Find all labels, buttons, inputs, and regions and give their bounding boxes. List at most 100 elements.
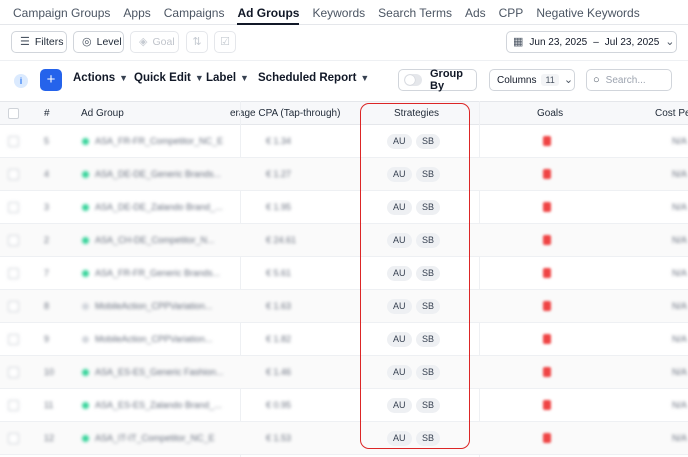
goal-button[interactable]: ◈ Goal	[130, 31, 179, 53]
header-number: #	[44, 108, 50, 119]
target-icon: ◎	[82, 35, 92, 48]
ad-group-cell[interactable]: ASA_ES-ES_Zalando Brand_...	[82, 400, 222, 410]
header-goals[interactable]: Goals	[537, 108, 563, 119]
table-row[interactable]: 12 ASA_IT-IT_Competitor_NC_E € 1.53 AU SB N/A	[0, 422, 688, 455]
cost-per-value: N/A	[672, 268, 688, 278]
tab-cpp[interactable]: CPP	[499, 0, 524, 25]
ad-group-name: ASA_CH-DE_Competitor_N...	[95, 235, 215, 245]
header-strategies[interactable]: Strategies	[394, 108, 439, 119]
tab-ad-groups[interactable]: Ad Groups	[237, 0, 300, 25]
row-checkbox[interactable]	[8, 367, 19, 378]
date-range-picker[interactable]: ▦ Jun 23, 2025 – Jul 23, 2025 ⌄	[506, 31, 677, 53]
actions-dropdown[interactable]: Actions ▼	[73, 72, 128, 84]
actions-label: Actions	[73, 72, 116, 84]
search-input[interactable]: ○ Search...	[586, 69, 672, 91]
chevron-down-icon: ▼	[194, 73, 204, 83]
tab-apps[interactable]: Apps	[123, 0, 150, 25]
filters-button[interactable]: ☰ Filters	[11, 31, 67, 53]
label-dropdown[interactable]: Label ▼	[206, 72, 249, 84]
info-icon[interactable]: i	[14, 74, 28, 88]
row-checkbox[interactable]	[8, 268, 19, 279]
toggle-switch[interactable]	[404, 74, 422, 86]
row-checkbox[interactable]	[8, 235, 19, 246]
apply-button[interactable]: ☑	[214, 31, 236, 53]
strategy-badge-au: AU	[387, 332, 412, 347]
table-row[interactable]: 3 ASA_DE-DE_Zalando Brand_... € 1.95 AU SB N/…	[0, 191, 688, 224]
row-checkbox[interactable]	[8, 136, 19, 147]
status-dot-icon	[82, 303, 89, 311]
table-row[interactable]: 4 ASA_DE-DE_Generic Brands... € 1.27 AU SB N/…	[0, 158, 688, 191]
table-row[interactable]: 10 ASA_ES-ES_Generic Fashion... € 1.46 AU SB…	[0, 356, 688, 389]
date-separator: –	[593, 36, 599, 48]
ad-group-cell[interactable]: ASA_CH-DE_Competitor_N...	[82, 235, 215, 245]
quick-edit-dropdown[interactable]: Quick Edit ▼	[134, 72, 204, 84]
cost-per-value: N/A	[672, 301, 688, 311]
row-checkbox[interactable]	[8, 169, 19, 180]
ad-group-name: ASA_IT-IT_Competitor_NC_E	[95, 433, 215, 443]
row-checkbox[interactable]	[8, 334, 19, 345]
header-avg-cpa[interactable]: erage CPA (Tap-through)	[230, 108, 340, 119]
tab-search-terms[interactable]: Search Terms	[378, 0, 452, 25]
strategy-badge-sb: SB	[416, 167, 441, 182]
goal-flag-icon	[543, 202, 551, 212]
goal-flag-icon	[543, 400, 551, 410]
avg-cpa-value: € 1.34	[266, 136, 292, 146]
tab-campaigns[interactable]: Campaigns	[164, 0, 225, 25]
row-number: 3	[44, 202, 50, 212]
table-row[interactable]: 7 ASA_FR-FR_Generic Brands... € 5.61 AU SB N/…	[0, 257, 688, 290]
ad-group-name: ASA_ES-ES_Zalando Brand_...	[95, 400, 222, 410]
goal-label: Goal	[152, 36, 175, 48]
strategy-badge-sb: SB	[416, 266, 441, 281]
scheduled-report-label: Scheduled Report	[258, 72, 357, 84]
strategy-badge-sb: SB	[416, 332, 441, 347]
tab-ads[interactable]: Ads	[465, 0, 486, 25]
level-button[interactable]: ◎ Level	[73, 31, 124, 53]
toolbar-secondary: i + Actions ▼ Quick Edit ▼ Label ▼ Sched…	[0, 61, 688, 101]
strategy-badge-sb: SB	[416, 299, 441, 314]
header-cost-per[interactable]: Cost Per	[655, 108, 688, 119]
adjust-button[interactable]: ⇅	[186, 31, 208, 53]
row-number: 5	[44, 136, 50, 146]
ad-group-cell[interactable]: ASA_DE-DE_Generic Brands...	[82, 169, 221, 179]
table-header: # Ad Group erage CPA (Tap-through) Strat…	[0, 101, 688, 125]
strategy-badge-sb: SB	[416, 233, 441, 248]
status-dot-icon	[82, 435, 89, 443]
columns-dropdown[interactable]: Columns 11 ⌄	[489, 69, 575, 91]
table-row[interactable]: 9 MobileAction_CPPVariation... € 1.82 AU SB N…	[0, 323, 688, 356]
tab-campaign-groups[interactable]: Campaign Groups	[13, 0, 110, 25]
status-dot-icon	[82, 336, 89, 344]
ad-group-cell[interactable]: ASA_FR-FR_Competitor_NC_E	[82, 136, 223, 146]
tab-negative-keywords[interactable]: Negative Keywords	[536, 0, 639, 25]
ad-group-cell[interactable]: ASA_FR-FR_Generic Brands...	[82, 268, 220, 278]
table-row[interactable]: 2 ASA_CH-DE_Competitor_N... € 24.61 AU SB N/A	[0, 224, 688, 257]
select-all-checkbox[interactable]	[8, 108, 19, 119]
ad-group-cell[interactable]: ASA_DE-DE_Zalando Brand_...	[82, 202, 223, 212]
row-checkbox[interactable]	[8, 301, 19, 312]
cost-per-value: N/A	[672, 136, 688, 146]
add-button[interactable]: +	[40, 69, 62, 91]
row-checkbox[interactable]	[8, 433, 19, 444]
strategy-badge-sb: SB	[416, 200, 441, 215]
search-placeholder: Search...	[605, 74, 646, 86]
ad-group-name: ASA_DE-DE_Generic Brands...	[95, 169, 222, 179]
row-number: 11	[44, 400, 54, 410]
ad-group-cell[interactable]: MobileAction_CPPVariation...	[82, 301, 212, 311]
chevron-down-icon: ⌄	[563, 73, 574, 86]
table-row[interactable]: 11 ASA_ES-ES_Zalando Brand_... € 0.95 AU SB N…	[0, 389, 688, 422]
ad-group-cell[interactable]: ASA_IT-IT_Competitor_NC_E	[82, 433, 215, 443]
scheduled-report-dropdown[interactable]: Scheduled Report ▼	[258, 72, 369, 84]
row-checkbox[interactable]	[8, 202, 19, 213]
tab-keywords[interactable]: Keywords	[312, 0, 365, 25]
header-ad-group[interactable]: Ad Group	[81, 108, 124, 119]
group-by-toggle[interactable]: Group By	[398, 68, 477, 92]
table-row[interactable]: 5 ASA_FR-FR_Competitor_NC_E € 1.34 AU SB N/A	[0, 125, 688, 158]
ad-group-cell[interactable]: MobileAction_CPPVariation...	[82, 334, 212, 344]
table-row[interactable]: 8 MobileAction_CPPVariation... € 1.63 AU SB N…	[0, 290, 688, 323]
strategy-badge-au: AU	[387, 299, 412, 314]
row-number: 9	[44, 334, 50, 344]
strategy-badge-sb: SB	[416, 398, 441, 413]
ad-group-name: MobileAction_CPPVariation...	[95, 301, 213, 311]
ad-groups-table: # Ad Group erage CPA (Tap-through) Strat…	[0, 101, 688, 457]
ad-group-cell[interactable]: ASA_ES-ES_Generic Fashion...	[82, 367, 224, 377]
row-checkbox[interactable]	[8, 400, 19, 411]
